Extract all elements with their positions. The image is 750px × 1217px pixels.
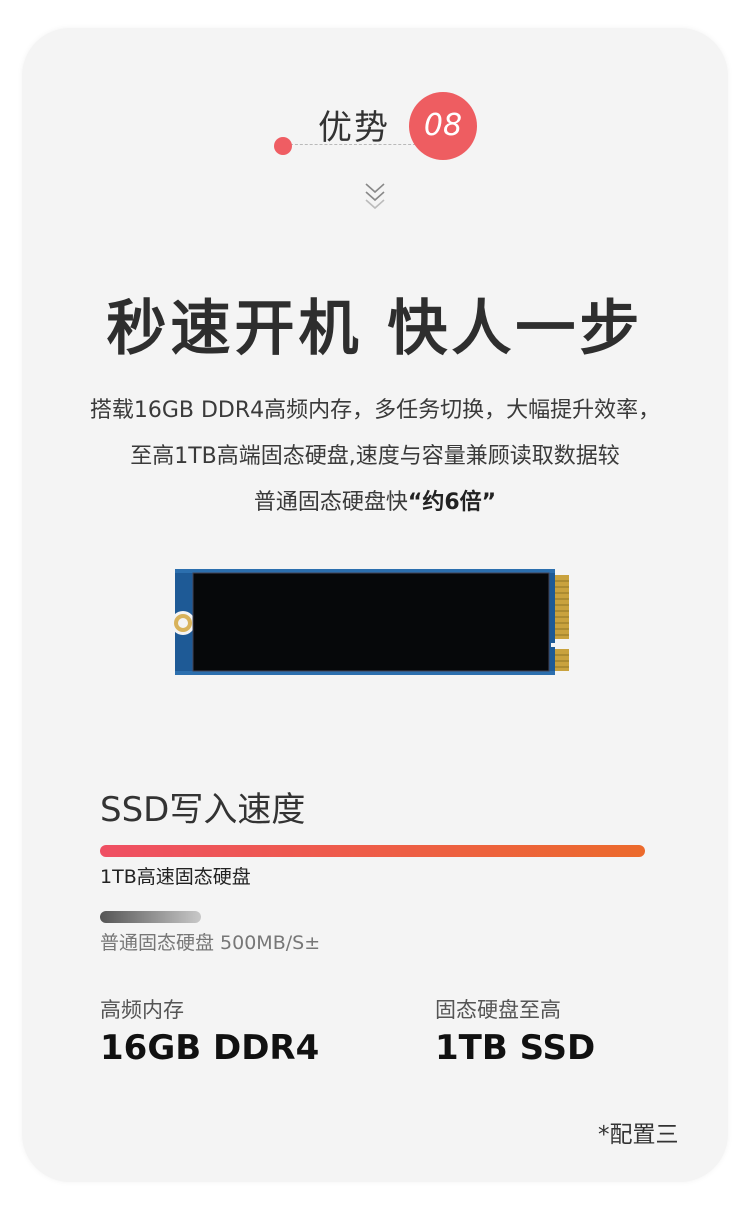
description-line-1: 搭载16GB DDR4高频内存，多任务切换，大幅提升效率， (89, 398, 661, 423)
normal-ssd-speed-bar (100, 911, 201, 923)
storage-spec-label: 固态硬盘至高 (435, 998, 561, 1022)
storage-spec-value: 1TB SSD (435, 1028, 596, 1068)
ssd-speed-title: SSD写入速度 (100, 790, 306, 830)
header-dot (274, 137, 292, 155)
description-highlight: “约6倍” (407, 490, 497, 515)
configuration-note: *配置三 (598, 1122, 679, 1148)
normal-ssd-label: 普通固态硬盘 500MB/S± (100, 932, 321, 954)
headline: 秒速开机 快人一步 (106, 294, 644, 364)
fast-ssd-speed-bar (100, 845, 645, 857)
description-line-3: 普通固态硬盘快“约6倍” (0, 480, 750, 526)
chevron-down-icon (365, 183, 385, 210)
fast-ssd-label: 1TB高速固态硬盘 (100, 866, 251, 888)
description-line-2: 至高1TB高端固态硬盘,速度与容量兼顾读取数据较 (130, 444, 620, 469)
memory-spec-value: 16GB DDR4 (100, 1028, 320, 1068)
feature-number-badge: 08 (409, 92, 477, 160)
feature-title: 优势 (318, 108, 390, 148)
memory-spec-label: 高频内存 (100, 998, 184, 1022)
ssd-module-image (173, 569, 569, 675)
description: 搭载16GB DDR4高频内存，多任务切换，大幅提升效率， 至高1TB高端固态硬… (0, 388, 750, 526)
description-line-3-text: 普通固态硬盘快 (253, 490, 408, 515)
